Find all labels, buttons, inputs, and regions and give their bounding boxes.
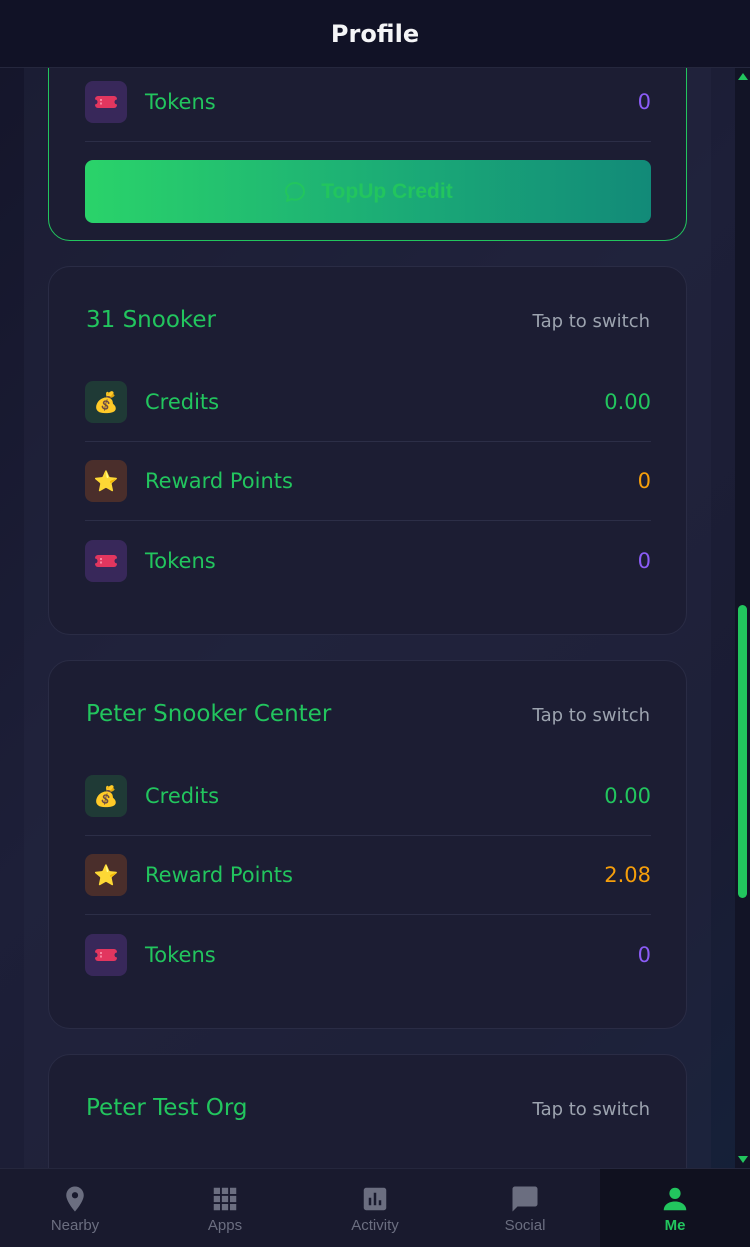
profile-scroll-area[interactable]: Tokens 0 TopUp Credit 31 Snooker Tap to … (0, 68, 735, 1168)
topup-label: TopUp Credit (321, 179, 453, 203)
tokens-row: Tokens 0 (85, 915, 651, 994)
tokens-value: 0 (637, 942, 651, 967)
bar-chart-icon (363, 1187, 387, 1210)
nav-label: Me (664, 1216, 686, 1234)
nav-label: Social (504, 1216, 546, 1234)
tap-to-switch-label[interactable]: Tap to switch (533, 311, 650, 332)
tokens-label: Tokens (145, 942, 216, 967)
nav-label: Apps (207, 1216, 243, 1234)
nav-item-me[interactable]: Me (600, 1169, 750, 1247)
credits-label: Credits (145, 784, 220, 808)
nav-label: Activity (351, 1216, 399, 1234)
tokens-value: 0 (637, 548, 651, 573)
ticket-icon (85, 933, 127, 976)
org-card-31-snooker[interactable]: 31 Snooker Tap to switch 💰 Credits 0.00 … (48, 266, 687, 635)
org-name: Peter Snooker Center (86, 701, 332, 727)
nav-item-social[interactable]: Social (450, 1169, 600, 1247)
active-org-card: Tokens 0 TopUp Credit (48, 68, 687, 241)
reward-points-value: 0 (637, 469, 651, 493)
org-name: 31 Snooker (86, 307, 217, 333)
page-title: Profile (330, 19, 420, 48)
money-bag-icon: 💰 (85, 775, 127, 817)
reward-points-value: 2.08 (604, 863, 651, 887)
ticket-icon (85, 539, 127, 582)
nav-label: Nearby (50, 1216, 100, 1234)
scroll-up-arrow-icon[interactable] (738, 73, 748, 80)
tokens-value: 0 (637, 90, 651, 114)
bottom-nav: Nearby Apps Activity Social Me (0, 1168, 750, 1247)
org-card-peter-test-org[interactable]: Peter Test Org Tap to switch (48, 1054, 687, 1168)
nav-item-activity[interactable]: Activity (300, 1169, 450, 1247)
chat-icon (512, 1186, 538, 1211)
tokens-row: Tokens 0 (85, 521, 651, 600)
reward-points-row: ⭐ Reward Points 0 (85, 442, 651, 521)
credits-label: Credits (145, 390, 220, 414)
reward-points-row: ⭐ Reward Points 2.08 (85, 836, 651, 915)
reward-points-label: Reward Points (145, 863, 293, 887)
org-card-peter-snooker-center[interactable]: Peter Snooker Center Tap to switch 💰 Cre… (48, 660, 687, 1029)
tokens-label: Tokens (145, 90, 216, 114)
person-icon (663, 1187, 687, 1210)
credits-row: 💰 Credits 0.00 (85, 757, 651, 836)
scroll-down-arrow-icon[interactable] (738, 1156, 748, 1163)
tokens-label: Tokens (145, 548, 216, 573)
credits-value: 0.00 (604, 784, 651, 808)
credits-value: 0.00 (604, 390, 651, 414)
money-bag-icon: 💰 (85, 381, 127, 423)
nav-item-nearby[interactable]: Nearby (0, 1169, 150, 1247)
star-icon: ⭐ (85, 854, 127, 896)
tap-to-switch-label[interactable]: Tap to switch (533, 705, 650, 726)
reward-points-label: Reward Points (145, 469, 293, 493)
credits-row: 💰 Credits 0.00 (85, 363, 651, 442)
org-name: Peter Test Org (86, 1095, 248, 1121)
chat-bubble-icon (285, 181, 306, 202)
location-pin-icon (66, 1186, 84, 1211)
tokens-row: Tokens 0 (85, 68, 651, 142)
ticket-icon (85, 81, 127, 123)
grid-icon (213, 1187, 237, 1210)
app-header: Profile (0, 0, 750, 68)
scrollbar[interactable] (735, 68, 750, 1168)
nav-item-apps[interactable]: Apps (150, 1169, 300, 1247)
scrollbar-thumb[interactable] (738, 605, 747, 898)
star-icon: ⭐ (85, 460, 127, 502)
topup-credit-button[interactable]: TopUp Credit (85, 160, 651, 223)
tap-to-switch-label[interactable]: Tap to switch (533, 1099, 650, 1120)
